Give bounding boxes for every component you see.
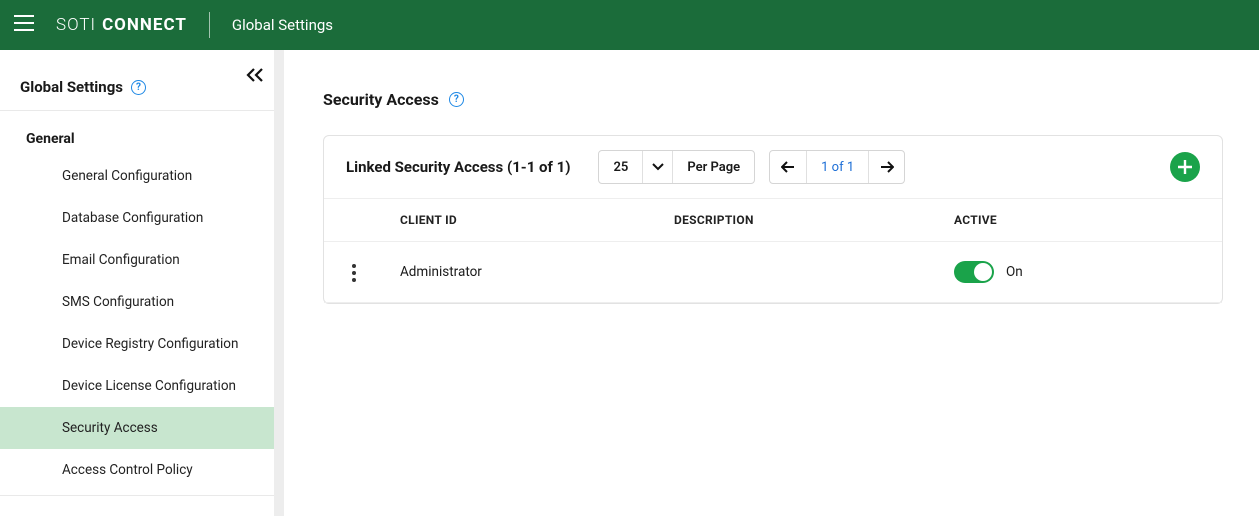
chevron-down-icon[interactable] — [643, 151, 673, 183]
table-header-description: DESCRIPTION — [664, 199, 944, 242]
table-header-active: ACTIVE — [944, 199, 1222, 242]
prev-page-button[interactable] — [770, 151, 806, 183]
sidebar-title: Global Settings — [20, 78, 123, 96]
cell-client-id: Administrator — [384, 242, 664, 303]
brand-bold: CONNECT — [102, 15, 187, 35]
add-security-access-button[interactable] — [1170, 152, 1200, 182]
sidebar-item-sms-configuration[interactable]: SMS Configuration — [0, 281, 274, 323]
panel-title: Linked Security Access (1-1 of 1) — [346, 158, 570, 176]
sidebar-item-access-control-policy[interactable]: Access Control Policy — [0, 449, 274, 491]
sidebar-header: Global Settings ? — [0, 50, 274, 111]
page-size-label: Per Page — [673, 160, 754, 175]
hamburger-icon[interactable] — [14, 15, 34, 35]
help-icon[interactable]: ? — [131, 80, 146, 95]
table-row: Administrator On — [324, 242, 1222, 303]
page-heading: Security Access ? — [323, 90, 1223, 109]
brand-thin: SOTI — [56, 15, 96, 35]
collapse-sidebar-icon[interactable] — [246, 68, 264, 86]
sidebar-item-general-configuration[interactable]: General Configuration — [0, 155, 274, 197]
sidebar-item-label: Email Configuration — [62, 252, 180, 268]
sidebar-group-general: General General Configuration Database C… — [0, 111, 274, 496]
page-size-value[interactable]: 25 — [599, 151, 643, 183]
sidebar-item-database-configuration[interactable]: Database Configuration — [0, 197, 274, 239]
linked-security-access-panel: Linked Security Access (1-1 of 1) 25 Per… — [323, 135, 1223, 304]
main-content: Security Access ? Linked Security Access… — [287, 50, 1259, 516]
pager-text: 1 of 1 — [806, 151, 868, 183]
next-page-button[interactable] — [868, 151, 904, 183]
sidebar: Global Settings ? General General Config… — [0, 50, 275, 516]
plus-icon — [1177, 159, 1193, 175]
sidebar-item-label: Database Configuration — [62, 210, 203, 226]
sidebar-item-label: Device Registry Configuration — [62, 336, 238, 352]
sidebar-group-label: General — [0, 111, 274, 155]
arrow-right-icon — [880, 161, 894, 173]
sidebar-item-label: Access Control Policy — [62, 462, 193, 478]
sidebar-item-label: Device License Configuration — [62, 378, 236, 394]
sidebar-item-label: General Configuration — [62, 168, 192, 184]
page-size-selector: 25 Per Page — [598, 150, 755, 184]
topbar-title: Global Settings — [232, 16, 333, 34]
table-header-actions — [324, 199, 384, 242]
security-access-table: CLIENT ID DESCRIPTION ACTIVE Administrat… — [324, 198, 1222, 303]
row-actions-menu-icon[interactable] — [346, 258, 362, 288]
active-toggle-label: On — [1006, 264, 1023, 280]
page-title: Security Access — [323, 90, 439, 109]
panel-toolbar: Linked Security Access (1-1 of 1) 25 Per… — [324, 136, 1222, 198]
sidebar-item-label: SMS Configuration — [62, 294, 174, 310]
table-header-client-id: CLIENT ID — [384, 199, 664, 242]
topbar-divider — [209, 12, 210, 38]
topbar: SOTI CONNECT Global Settings — [0, 0, 1259, 50]
sidebar-item-label: Security Access — [62, 420, 158, 436]
cell-description — [664, 242, 944, 303]
active-toggle[interactable] — [954, 261, 994, 283]
sidebar-item-email-configuration[interactable]: Email Configuration — [0, 239, 274, 281]
help-icon[interactable]: ? — [449, 92, 464, 107]
sidebar-item-device-license-configuration[interactable]: Device License Configuration — [0, 365, 274, 407]
sidebar-item-security-access[interactable]: Security Access — [0, 407, 274, 449]
arrow-left-icon — [781, 161, 795, 173]
brand-logo: SOTI CONNECT — [56, 15, 187, 35]
pager: 1 of 1 — [769, 150, 905, 184]
sidebar-item-device-registry-configuration[interactable]: Device Registry Configuration — [0, 323, 274, 365]
